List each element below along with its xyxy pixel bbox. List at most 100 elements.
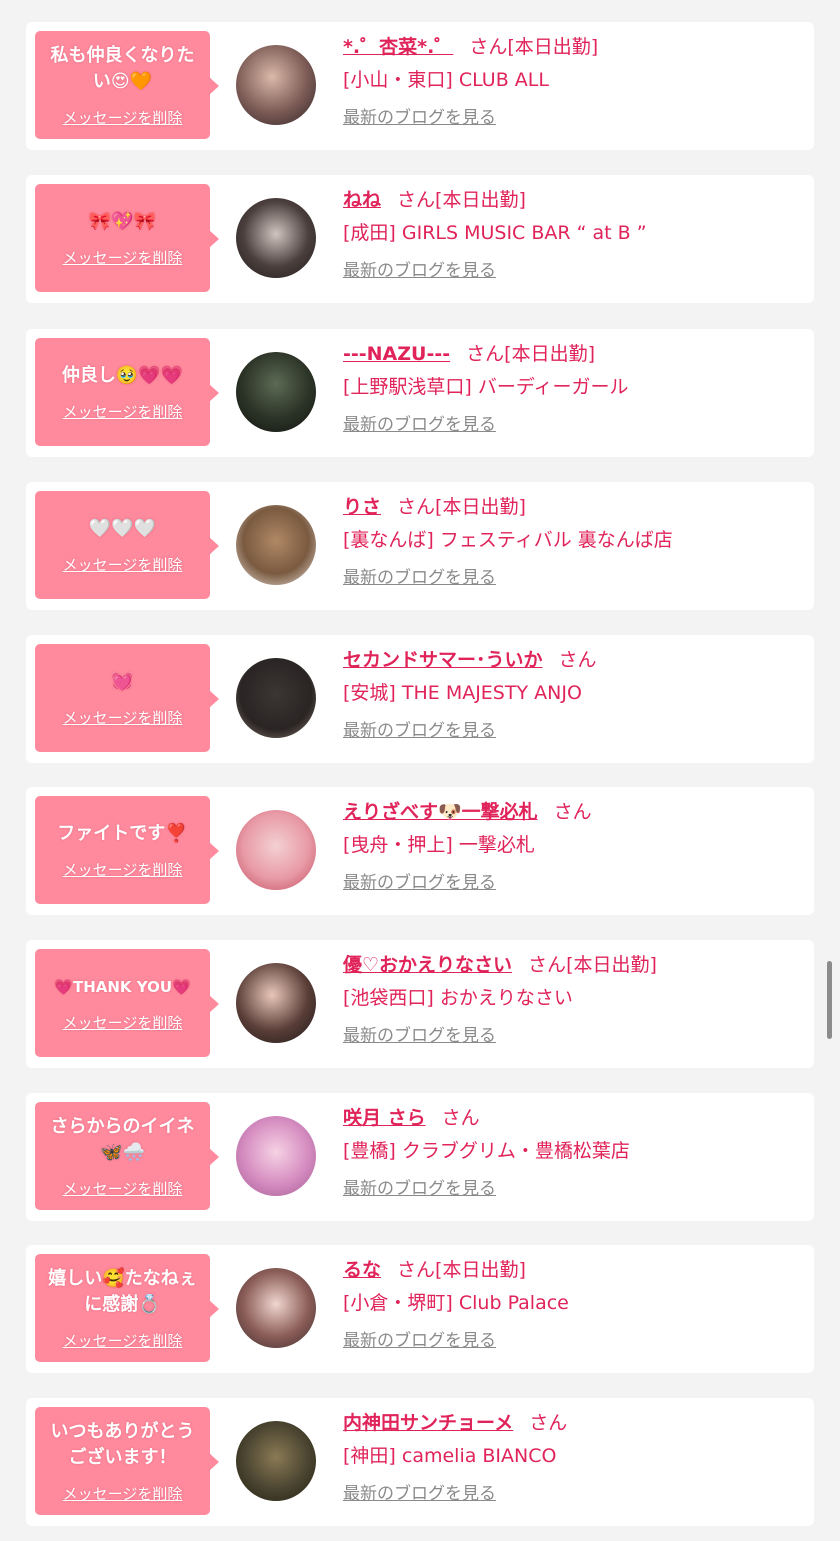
shop-name: フェスティバル 裏なんば店 [439,529,673,551]
delete-message-link[interactable]: メッセージを削除 [63,247,183,268]
delete-message-link[interactable]: メッセージを削除 [63,1330,183,1351]
message-text: 嬉しい🥰たなねぇ に感謝💍 [48,1267,197,1315]
message-bubble: ファイトです❣️ メッセージを削除 [35,796,219,904]
san-suffix: さん [466,343,505,365]
avatar[interactable] [236,963,316,1043]
message-text: 私も仲良くなりた い😍🧡 [50,44,195,92]
attendance-badge: [本日出勤] [435,496,526,518]
message-bubble: さらからのイイネ 🦋🌨️ メッセージを削除 [35,1102,219,1210]
latest-blog-link[interactable]: 最新のブログを見る [343,409,496,441]
shop-line: [豊橋] クラブグリム・豊橋松葉店 [343,1135,804,1167]
san-suffix: さん [469,36,508,58]
san-suffix: さん [558,649,597,671]
message-card: 私も仲良くなりた い😍🧡 メッセージを削除 *.゜杏菜*.゜ さん[本日出勤] [… [26,22,814,150]
shop-area: [神田] [343,1445,396,1467]
avatar[interactable] [236,198,316,278]
san-suffix: さん [397,189,436,211]
message-bubble: いつもありがとう ございます！ メッセージを削除 [35,1407,219,1515]
profile-name-link[interactable]: ねね [343,189,381,211]
message-text: いつもありがとう ございます！ [50,1420,195,1468]
profile-name-link[interactable]: ---NAZU--- [343,343,450,365]
message-bubble: 💗THANK YOU💗 メッセージを削除 [35,949,219,1057]
san-suffix: さん [441,1107,480,1129]
shop-area: [小倉・堺町] [343,1292,453,1314]
profile-info: 優♡おかえりなさい さん[本日出勤] [池袋西口] おかえりなさい 最新のブログを… [343,950,804,1052]
latest-blog-link[interactable]: 最新のブログを見る [343,102,496,134]
profile-info: えりざべす🐶一撃必札 さん [曳舟・押上] 一撃必札 最新のブログを見る [343,797,804,899]
delete-message-link[interactable]: メッセージを削除 [63,859,183,880]
scrollbar[interactable] [827,961,832,1039]
avatar[interactable] [236,1268,316,1348]
name-row: ---NAZU--- さん[本日出勤] [343,339,804,369]
profile-info: ---NAZU--- さん[本日出勤] [上野駅浅草口] バーディーガール 最新の… [343,339,804,441]
name-row: るな さん[本日出勤] [343,1255,804,1285]
avatar[interactable] [236,1421,316,1501]
delete-message-link[interactable]: メッセージを削除 [63,1012,183,1033]
avatar[interactable] [236,505,316,585]
delete-message-link[interactable]: メッセージを削除 [63,107,183,128]
message-card: 仲良し🥹💗💗 メッセージを削除 ---NAZU--- さん[本日出勤] [上野駅浅… [26,329,814,457]
attendance-badge: [本日出勤] [435,1259,526,1281]
latest-blog-link[interactable]: 最新のブログを見る [343,1020,496,1052]
shop-area: [成田] [343,222,396,244]
san-suffix: さん [529,1412,568,1434]
message-bubble: 💓 メッセージを削除 [35,644,219,752]
latest-blog-link[interactable]: 最新のブログを見る [343,1173,496,1205]
avatar[interactable] [236,45,316,125]
latest-blog-link[interactable]: 最新のブログを見る [343,1325,496,1357]
avatar[interactable] [236,810,316,890]
message-bubble: 嬉しい🥰たなねぇ に感謝💍 メッセージを削除 [35,1254,219,1362]
shop-area: [小山・東口] [343,69,453,91]
message-text: さらからのイイネ 🦋🌨️ [50,1115,195,1163]
san-suffix: さん [397,496,436,518]
shop-area: [曳舟・押上] [343,834,453,856]
message-card: 💗THANK YOU💗 メッセージを削除 優♡おかえりなさい さん[本日出勤] [… [26,940,814,1068]
name-row: 優♡おかえりなさい さん[本日出勤] [343,950,804,980]
delete-message-link[interactable]: メッセージを削除 [63,401,183,422]
message-text: 💗THANK YOU💗 [54,977,191,996]
shop-name: おかえりなさい [439,987,573,1009]
message-bubble: 仲良し🥹💗💗 メッセージを削除 [35,338,219,446]
latest-blog-link[interactable]: 最新のブログを見る [343,562,496,594]
message-bubble: 🤍🤍🤍 メッセージを削除 [35,491,219,599]
profile-name-link[interactable]: 優♡おかえりなさい [343,954,512,976]
profile-name-link[interactable]: えりざべす🐶一撃必札 [343,801,538,823]
shop-name: THE MAJESTY ANJO [401,682,582,704]
shop-area: [安城] [343,682,396,704]
profile-name-link[interactable]: りさ [343,496,381,518]
attendance-badge: [本日出勤] [566,954,657,976]
profile-info: 咲月 さら さん [豊橋] クラブグリム・豊橋松葉店 最新のブログを見る [343,1103,804,1205]
profile-name-link[interactable]: セカンドサマー･ういか [343,649,543,671]
avatar[interactable] [236,352,316,432]
shop-name: 一撃必札 [458,834,535,856]
profile-name-link[interactable]: るな [343,1259,381,1281]
profile-info: ねね さん[本日出勤] [成田] GIRLS MUSIC BAR “ at B ”… [343,185,804,287]
shop-line: [曳舟・押上] 一撃必札 [343,829,804,861]
message-text: ファイトです❣️ [57,822,188,844]
san-suffix: さん [397,1259,436,1281]
avatar[interactable] [236,1116,316,1196]
shop-name: クラブグリム・豊橋松葉店 [401,1140,630,1162]
delete-message-link[interactable]: メッセージを削除 [63,554,183,575]
latest-blog-link[interactable]: 最新のブログを見る [343,255,496,287]
san-suffix: さん [553,801,592,823]
latest-blog-link[interactable]: 最新のブログを見る [343,715,496,747]
delete-message-link[interactable]: メッセージを削除 [63,1178,183,1199]
name-row: 内神田サンチョーメ さん [343,1408,804,1438]
attendance-badge: [本日出勤] [504,343,595,365]
attendance-badge: [本日出勤] [435,189,526,211]
shop-line: [小山・東口] CLUB ALL [343,64,804,96]
latest-blog-link[interactable]: 最新のブログを見る [343,1478,496,1510]
delete-message-link[interactable]: メッセージを削除 [63,1483,183,1504]
profile-name-link[interactable]: *.゜杏菜*.゜ [343,36,453,58]
shop-name: camelia BIANCO [401,1445,557,1467]
avatar[interactable] [236,658,316,738]
name-row: 咲月 さら さん [343,1103,804,1133]
message-text: 仲良し🥹💗💗 [61,364,184,386]
latest-blog-link[interactable]: 最新のブログを見る [343,867,496,899]
profile-info: りさ さん[本日出勤] [裏なんば] フェスティバル 裏なんば店 最新のブログを見… [343,492,804,594]
delete-message-link[interactable]: メッセージを削除 [63,707,183,728]
name-row: ねね さん[本日出勤] [343,185,804,215]
profile-name-link[interactable]: 内神田サンチョーメ [343,1412,513,1434]
profile-name-link[interactable]: 咲月 さら [343,1107,426,1129]
